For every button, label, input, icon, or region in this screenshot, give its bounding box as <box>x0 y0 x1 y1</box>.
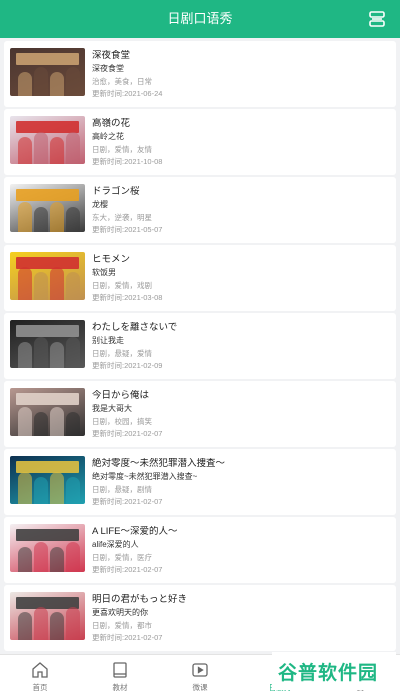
drama-title: A LIFE～深爱的人～ <box>92 526 178 537</box>
drama-poster[interactable] <box>10 252 85 300</box>
drama-genres: 东大，逆袭，明星 <box>92 213 152 222</box>
list-item[interactable]: 今日から俺は 我是大哥大日剧，校园，搞笑更新时间:2021-02-07 <box>4 381 396 447</box>
tab-label: 教材 <box>112 683 128 692</box>
drama-subtitle: 龙樱 <box>92 200 108 209</box>
drama-info: ヒモメン软饭男日剧，爱情，戏剧更新时间:2021-03-08 <box>92 254 388 303</box>
drama-updated: 更新时间:2021-02-07 <box>92 633 163 642</box>
drama-subtitle: 深夜食堂 <box>92 64 124 73</box>
drama-genres: 治愈，美食，日常 <box>92 77 152 86</box>
home-icon <box>32 662 48 678</box>
list-item[interactable]: わたしを離さないで 别让我走日剧，悬疑，爱情更新时间:2021-02-09 <box>4 313 396 379</box>
drama-updated: 更新时间:2021-02-09 <box>92 361 163 370</box>
list-item[interactable]: ドラゴン桜龙樱东大，逆袭，明星更新时间:2021-05-07 <box>4 177 396 243</box>
drama-poster[interactable] <box>10 184 85 232</box>
menu-icon[interactable] <box>368 10 386 28</box>
drama-genres: 日剧，爱情，友情 <box>92 145 152 154</box>
drama-title: ドラゴン桜 <box>92 186 140 197</box>
drama-genres: 日剧，爱情，戏剧 <box>92 281 152 290</box>
drama-info: 深夜食堂 深夜食堂 治愈，美食，日常 更新时间:2021-06-24 <box>92 50 388 99</box>
drama-poster[interactable] <box>10 116 85 164</box>
drama-title: 今日から俺は <box>92 390 150 401</box>
drama-subtitle: 高岭之花 <box>92 132 124 141</box>
list-item[interactable]: ヒモメン软饭男日剧，爱情，戏剧更新时间:2021-03-08 <box>4 245 396 311</box>
book-icon <box>113 662 127 678</box>
drama-updated: 更新时间:2021-02-07 <box>92 565 163 574</box>
drama-title: 深夜食堂 <box>92 50 131 61</box>
drama-genres: 日剧，爱情，医疗 <box>92 553 152 562</box>
drama-info: 絶対零度～未然犯罪潜入捜査～ 绝对零度~未然犯罪潜入搜查~ 日剧，悬疑，剧情更新时间… <box>92 458 388 507</box>
play-icon <box>192 663 208 677</box>
drama-subtitle: 软饭男 <box>92 268 116 277</box>
drama-title: 明日の君がもっと好き <box>92 594 188 605</box>
drama-subtitle: 更喜欢明天的你 <box>92 608 148 617</box>
tab-microlesson[interactable]: 微课 <box>160 655 240 695</box>
app-header: 日剧口语秀 <box>0 0 400 38</box>
site-watermark: 谷普软件园 <box>272 652 396 690</box>
drama-genres: 日剧，悬疑，爱情 <box>92 349 152 358</box>
drama-info: 明日の君がもっと好き 更喜欢明天的你 日剧，爱情，都市更新时间:2021-02-07 <box>92 594 388 643</box>
drama-title: 高嶺の花 <box>92 118 131 129</box>
drama-poster[interactable] <box>10 388 85 436</box>
drama-updated: 更新时间:2021-03-08 <box>92 293 163 302</box>
drama-poster[interactable] <box>10 592 85 640</box>
drama-updated: 更新时间:2021-05-07 <box>92 225 163 234</box>
list-item[interactable]: A LIFE～深爱的人～ alife深爱的人日剧，爱情，医疗更新时间:2021-0… <box>4 517 396 583</box>
drama-poster[interactable] <box>10 456 85 504</box>
drama-updated: 更新时间:2021-06-24 <box>92 89 163 98</box>
list-item[interactable]: 絶対零度～未然犯罪潜入捜査～ 绝对零度~未然犯罪潜入搜查~ 日剧，悬疑，剧情更新时间… <box>4 449 396 515</box>
drama-list: 深夜食堂 深夜食堂 治愈，美食，日常 更新时间:2021-06-24 高嶺の花 高岭之花日… <box>4 41 396 654</box>
list-item[interactable]: 深夜食堂 深夜食堂 治愈，美食，日常 更新时间:2021-06-24 <box>4 41 396 107</box>
drama-subtitle: 我是大哥大 <box>92 404 132 413</box>
drama-subtitle: alife深爱的人 <box>92 540 139 549</box>
watermark-text: 谷普软件园 <box>278 662 379 684</box>
drama-subtitle: 绝对零度~未然犯罪潜入搜查~ <box>92 472 198 481</box>
drama-title: ヒモメン <box>92 254 131 265</box>
drama-title: わたしを離さないで <box>92 322 178 333</box>
drama-info: 今日から俺は 我是大哥大日剧，校园，搞笑更新时间:2021-02-07 <box>92 390 388 439</box>
drama-info: わたしを離さないで 别让我走日剧，悬疑，爱情更新时间:2021-02-09 <box>92 322 388 371</box>
list-item[interactable]: 高嶺の花高岭之花日剧，爱情，友情更新时间:2021-10-08 <box>4 109 396 175</box>
drama-genres: 日剧，爱情，都市 <box>92 621 152 630</box>
list-item[interactable]: 明日の君がもっと好き 更喜欢明天的你 日剧，爱情，都市更新时间:2021-02-07 <box>4 585 396 651</box>
page-title: 日剧口语秀 <box>167 11 233 26</box>
drama-title: 絶対零度～未然犯罪潜入捜査～ <box>92 458 226 469</box>
drama-updated: 更新时间:2021-02-07 <box>92 429 163 438</box>
tab-label: 微课 <box>192 683 208 692</box>
tab-label: 首页 <box>32 683 48 692</box>
drama-updated: 更新时间:2021-10-08 <box>92 157 163 166</box>
tab-home[interactable]: 首页 <box>0 655 80 695</box>
drama-genres: 日剧，悬疑，剧情 <box>92 485 152 494</box>
drama-info: A LIFE～深爱的人～ alife深爱的人日剧，爱情，医疗更新时间:2021-0… <box>92 526 388 575</box>
drama-poster[interactable] <box>10 524 85 572</box>
drama-genres: 日剧，校园，搞笑 <box>92 417 152 426</box>
drama-info: 高嶺の花高岭之花日剧，爱情，友情更新时间:2021-10-08 <box>92 118 388 167</box>
tab-textbook[interactable]: 教材 <box>80 655 160 695</box>
drama-info: ドラゴン桜龙樱东大，逆袭，明星更新时间:2021-05-07 <box>92 186 388 235</box>
drama-poster[interactable] <box>10 48 85 96</box>
drama-poster[interactable] <box>10 320 85 368</box>
drama-subtitle: 别让我走 <box>92 336 124 345</box>
drama-updated: 更新时间:2021-02-07 <box>92 497 163 506</box>
